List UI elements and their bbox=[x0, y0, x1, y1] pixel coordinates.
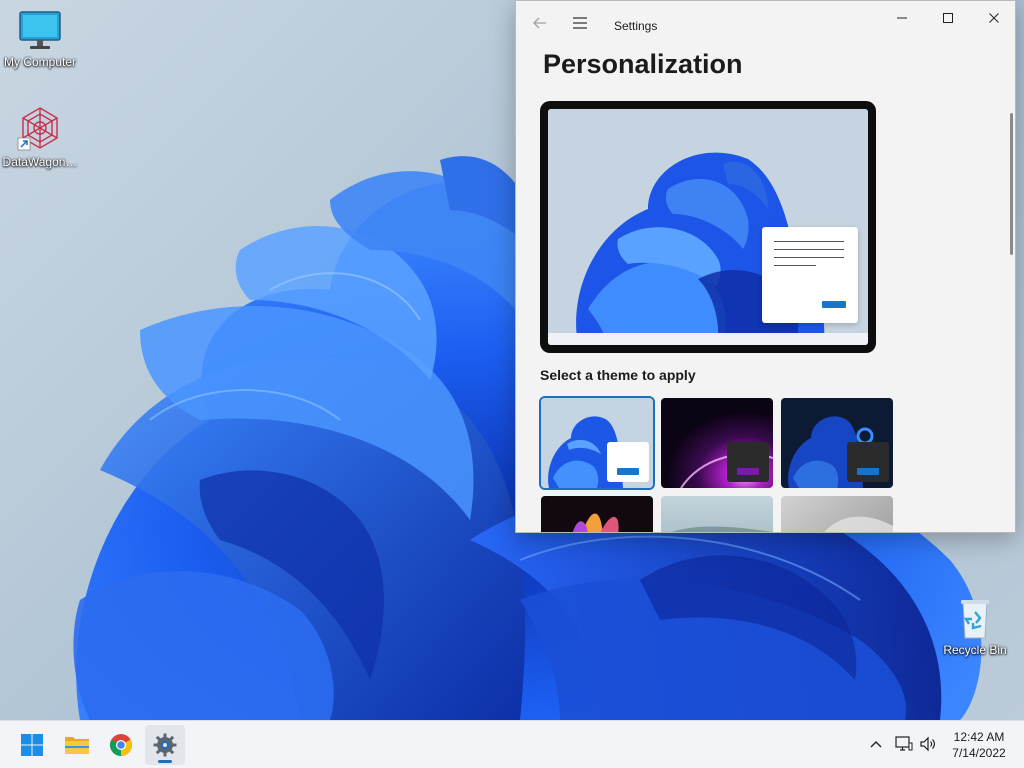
desktop-icon-label: My Computer bbox=[3, 55, 77, 69]
minimize-icon bbox=[897, 17, 907, 19]
scrollbar-thumb[interactable] bbox=[1010, 113, 1013, 255]
theme-thumbnail bbox=[781, 496, 893, 532]
windows-logo-icon bbox=[21, 734, 43, 756]
hamburger-menu-icon bbox=[573, 17, 587, 29]
maximize-icon bbox=[943, 13, 953, 23]
app-title: Settings bbox=[614, 19, 658, 33]
theme-thumbnail bbox=[541, 496, 653, 532]
title-bar[interactable]: Settings bbox=[516, 1, 1015, 41]
desktop-icon-my-computer[interactable]: My Computer bbox=[0, 10, 80, 69]
close-icon bbox=[989, 13, 999, 23]
preview-taskbar bbox=[548, 333, 868, 345]
clock-time: 12:42 AM bbox=[953, 730, 1005, 744]
maximize-button[interactable] bbox=[925, 1, 971, 35]
active-app-indicator bbox=[158, 760, 172, 763]
settings-taskbar-button[interactable] bbox=[145, 725, 185, 765]
theme-tile-captured-motion[interactable] bbox=[541, 496, 653, 532]
recycle-bin-icon bbox=[961, 600, 989, 639]
system-clock[interactable]: 12:42 AM 7/14/2022 bbox=[944, 729, 1014, 761]
settings-window: Settings Personalization Select a theme … bbox=[515, 0, 1016, 533]
minimize-button[interactable] bbox=[879, 1, 925, 35]
desktop-icon-datawagon[interactable]: DataWagon… bbox=[0, 106, 80, 169]
theme-tile-card bbox=[607, 442, 649, 482]
back-button[interactable] bbox=[530, 13, 550, 33]
folder-icon bbox=[65, 737, 89, 754]
theme-tile-windows-light[interactable] bbox=[539, 396, 655, 490]
gear-icon bbox=[153, 733, 177, 757]
close-button[interactable] bbox=[971, 1, 1015, 35]
arrow-left-icon bbox=[533, 17, 546, 29]
preview-dialog-card bbox=[762, 227, 858, 323]
theme-preview bbox=[540, 101, 876, 353]
theme-tile-card bbox=[727, 442, 769, 482]
chrome-button[interactable] bbox=[101, 725, 141, 765]
theme-preview-screen bbox=[548, 109, 868, 345]
page-title: Personalization bbox=[543, 49, 743, 79]
theme-tile-flow[interactable] bbox=[781, 496, 893, 532]
desktop-icon-recycle-bin[interactable]: Recycle Bin bbox=[935, 598, 1015, 657]
file-explorer-button[interactable] bbox=[57, 725, 97, 765]
theme-tile-card bbox=[847, 442, 889, 482]
theme-thumbnail bbox=[661, 496, 773, 532]
theme-section-heading: Select a theme to apply bbox=[540, 367, 696, 383]
clock-date: 7/14/2022 bbox=[952, 746, 1006, 760]
monitor-icon bbox=[19, 11, 61, 49]
desktop-icon-label: DataWagon… bbox=[2, 155, 78, 169]
chrome-icon bbox=[110, 734, 132, 756]
start-button[interactable] bbox=[12, 725, 52, 765]
datawagon-shortcut-icon bbox=[17, 107, 58, 151]
desktop-icon-label: Recycle Bin bbox=[943, 643, 1007, 657]
navigation-menu-button[interactable] bbox=[570, 13, 590, 33]
chevron-up-icon[interactable] bbox=[866, 734, 886, 754]
theme-tile-windows-dark[interactable] bbox=[781, 398, 893, 488]
network-icon[interactable] bbox=[894, 734, 914, 754]
theme-tile-sunrise[interactable] bbox=[661, 496, 773, 532]
theme-tile-glow[interactable] bbox=[661, 398, 773, 488]
volume-icon[interactable] bbox=[918, 734, 938, 754]
